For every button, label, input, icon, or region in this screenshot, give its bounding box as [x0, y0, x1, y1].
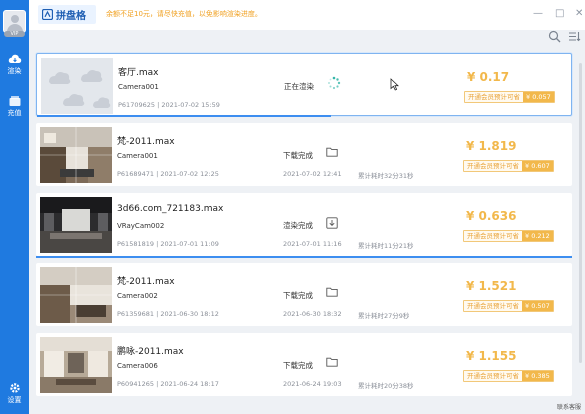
job-name: 客厅.max: [118, 68, 159, 78]
download-icon[interactable]: [326, 217, 338, 229]
job-camera: Camera001: [118, 83, 159, 91]
render-progress-bar: [36, 256, 572, 258]
job-meta: P61709625 | 2021-07-02 15:59: [118, 101, 220, 109]
job-price: ¥ 0.636: [466, 209, 517, 223]
sidebar-item-render[interactable]: 渲染: [0, 53, 29, 76]
thumbnail-placeholder: [41, 58, 113, 114]
vip-saving-value: ¥ 0.507: [522, 301, 553, 311]
avatar-head-shape: [11, 15, 19, 23]
top-bar: 拼盘格 余额不足10元，请尽快充值，以免影响渲染进度。 — □ ✕: [29, 0, 585, 30]
job-camera: Camera001: [117, 152, 158, 160]
job-meta: P61359681 | 2021-06-30 18:12: [117, 310, 219, 318]
job-status: 正在渲染: [284, 82, 314, 91]
vip-saving-label: 开通会员预计可省: [465, 92, 523, 102]
job-name: 梵-2011.max: [117, 277, 175, 287]
job-status: 下载完成: [283, 361, 313, 370]
interior-render-image: [40, 197, 112, 253]
interior-render-image: [40, 267, 112, 323]
job-camera: VRayCam002: [117, 222, 165, 230]
job-done-time: 2021-07-02 12:41: [283, 170, 342, 178]
job-camera: Camera002: [117, 292, 158, 300]
gear-icon: [9, 383, 20, 393]
job-meta: P60941265 | 2021-06-24 18:17: [117, 380, 219, 388]
job-meta: P61689471 | 2021-07-02 12:25: [117, 170, 219, 178]
vip-saving-label: 开通会员预计可省: [464, 371, 522, 381]
vip-saving-tag[interactable]: 开通会员预计可省 ¥ 0.057: [464, 91, 555, 103]
scrollbar[interactable]: [579, 63, 582, 363]
vip-saving-label: 开通会员预计可省: [464, 301, 522, 311]
minimize-button[interactable]: —: [533, 8, 543, 20]
folder-icon[interactable]: [326, 357, 338, 367]
cloud-render-icon: [8, 54, 21, 63]
filter-list-icon[interactable]: [568, 30, 581, 43]
logo-mark-icon: [42, 9, 53, 20]
folder-icon[interactable]: [326, 287, 338, 297]
sidebar-item-label: 充值: [7, 109, 22, 117]
vip-badge: VIP: [4, 31, 25, 37]
render-thumbnail: [40, 267, 112, 323]
spinner-icon: [328, 76, 341, 90]
job-price: ¥ 1.819: [466, 139, 517, 153]
list-item[interactable]: 鹏咏-2011.max Camera006 P60941265 | 2021-0…: [36, 333, 572, 396]
search-icon[interactable]: [548, 30, 561, 43]
close-button[interactable]: ✕: [575, 8, 583, 20]
vip-saving-value: ¥ 0.385: [522, 371, 553, 381]
job-status: 渲染完成: [283, 221, 313, 230]
vip-saving-tag[interactable]: 开通会员预计可省 ¥ 0.507: [463, 300, 554, 312]
vip-saving-tag[interactable]: 开通会员预计可省 ¥ 0.212: [463, 230, 554, 242]
job-elapsed: 累计耗时27分9秒: [358, 312, 410, 320]
list-item[interactable]: 3d66.com_721183.max VRayCam002 P61581819…: [36, 193, 572, 258]
logo-text: 拼盘格: [56, 11, 86, 22]
vip-saving-value: ¥ 0.057: [523, 92, 554, 102]
job-elapsed: 累计耗时20分38秒: [358, 382, 414, 390]
interior-render-image: [40, 337, 112, 393]
contact-support-link[interactable]: 联系客服: [557, 402, 581, 411]
job-price: ¥ 0.17: [467, 70, 510, 84]
job-price: ¥ 1.521: [466, 279, 517, 293]
job-elapsed: 累计耗时32分31秒: [358, 172, 414, 180]
job-meta: P61581819 | 2021-07-01 11:09: [117, 240, 219, 248]
list-item[interactable]: 客厅.max Camera001 P61709625 | 2021-07-02 …: [36, 53, 572, 117]
job-status: 下载完成: [283, 291, 313, 300]
job-name: 鹏咏-2011.max: [117, 347, 184, 357]
app-window: VIP 渲染 充值 设置 拼盘格 余额不足10元，请尽快充值，以免影响渲染进度。…: [0, 0, 585, 414]
vip-saving-value: ¥ 0.607: [522, 161, 553, 171]
render-thumbnail: [40, 337, 112, 393]
job-name: 梵-2011.max: [117, 137, 175, 147]
list-item[interactable]: 梵-2011.max Camera001 P61689471 | 2021-07…: [36, 123, 572, 186]
sidebar: VIP 渲染 充值 设置: [0, 0, 29, 414]
render-thumbnail: [40, 127, 112, 183]
vip-saving-tag[interactable]: 开通会员预计可省 ¥ 0.385: [463, 370, 554, 382]
sidebar-item-label: 渲染: [7, 67, 22, 75]
job-camera: Camera006: [117, 362, 158, 370]
sidebar-item-recharge[interactable]: 充值: [0, 95, 29, 118]
job-price: ¥ 1.155: [466, 349, 517, 363]
vip-saving-tag[interactable]: 开通会员预计可省 ¥ 0.607: [463, 160, 554, 172]
render-progress-bar: [37, 115, 331, 117]
folder-icon[interactable]: [326, 147, 338, 157]
interior-render-image: [40, 127, 112, 183]
maximize-button[interactable]: □: [555, 8, 564, 20]
app-logo: 拼盘格: [38, 5, 96, 24]
avatar[interactable]: [3, 10, 26, 33]
settings-label: 设置: [7, 396, 22, 404]
job-done-time: 2021-06-24 19:03: [283, 380, 342, 388]
sidebar-item-settings[interactable]: 设置: [0, 382, 29, 405]
job-status: 下载完成: [283, 151, 313, 160]
job-done-time: 2021-06-30 18:32: [283, 310, 342, 318]
vip-saving-label: 开通会员预计可省: [464, 231, 522, 241]
cursor-arrow-icon: [390, 78, 399, 91]
job-done-time: 2021-07-01 11:16: [283, 240, 342, 248]
job-elapsed: 累计耗时11分21秒: [358, 242, 414, 250]
job-name: 3d66.com_721183.max: [117, 204, 224, 214]
balance-notice: 余额不足10元，请尽快充值，以免影响渲染进度。: [106, 10, 262, 18]
cloud-placeholder-icon: [41, 58, 113, 114]
render-thumbnail: [40, 197, 112, 253]
list-item[interactable]: 梵-2011.max Camera002 P61359681 | 2021-06…: [36, 263, 572, 326]
vip-saving-label: 开通会员预计可省: [464, 161, 522, 171]
vip-saving-value: ¥ 0.212: [522, 231, 553, 241]
wallet-icon: [9, 96, 20, 106]
